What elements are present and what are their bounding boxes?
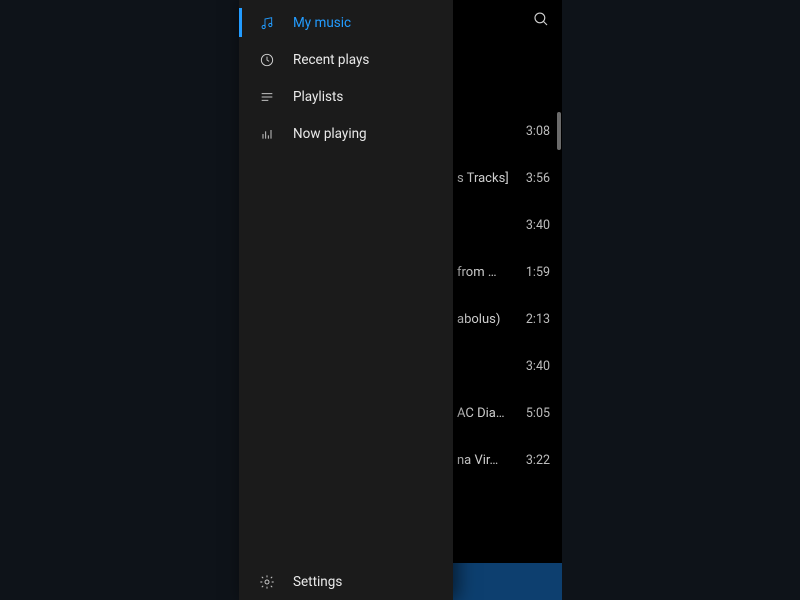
nav-item-label: Now playing: [293, 126, 367, 142]
track-duration: 3:22: [512, 453, 550, 468]
app-window: 3:08 s Tracks] 3:56 3:40 from … 1:59 abo…: [239, 0, 562, 600]
nav-item-my-music[interactable]: My music: [239, 4, 453, 41]
track-duration: 3:40: [512, 359, 550, 374]
track-duration: 1:59: [512, 265, 550, 280]
track-duration: 2:13: [512, 312, 550, 327]
equalizer-icon: [259, 126, 275, 142]
nav-item-recent-plays[interactable]: Recent plays: [239, 41, 453, 78]
track-duration: 3:08: [512, 124, 550, 139]
scrollbar-thumb[interactable]: [557, 112, 561, 150]
nav-item-settings[interactable]: Settings: [239, 563, 453, 600]
nav-item-label: My music: [293, 15, 351, 31]
playlist-icon: [259, 89, 275, 105]
clock-icon: [259, 52, 275, 68]
drawer-menu: My music Recent plays Playlists Now play…: [239, 0, 453, 563]
navigation-drawer: My music Recent plays Playlists Now play…: [239, 0, 453, 600]
nav-item-label: Settings: [293, 574, 342, 590]
track-duration: 3:56: [512, 171, 550, 186]
music-note-icon: [259, 15, 275, 31]
nav-item-playlists[interactable]: Playlists: [239, 78, 453, 115]
nav-item-label: Recent plays: [293, 52, 369, 68]
gear-icon: [259, 574, 275, 590]
nav-item-now-playing[interactable]: Now playing: [239, 115, 453, 152]
search-icon[interactable]: [532, 10, 550, 32]
track-duration: 3:40: [512, 218, 550, 233]
track-duration: 5:05: [512, 406, 550, 421]
nav-item-label: Playlists: [293, 89, 343, 105]
